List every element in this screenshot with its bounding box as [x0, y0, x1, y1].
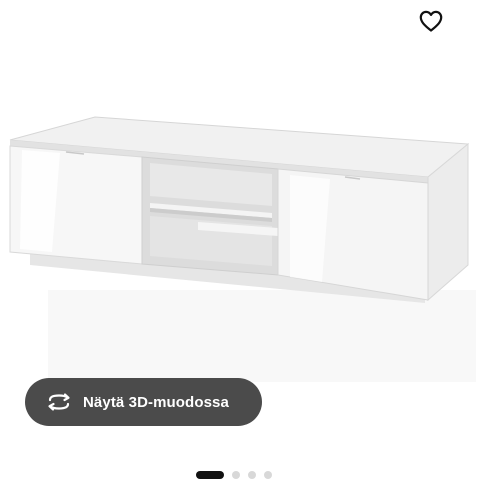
view-3d-button[interactable]: Näytä 3D-muodossa [25, 378, 262, 426]
favorite-button[interactable] [414, 4, 448, 38]
carousel-dot-4[interactable] [264, 471, 272, 479]
carousel-dot-1[interactable] [196, 471, 224, 479]
heart-outline-icon [419, 10, 443, 32]
carousel-dot-2[interactable] [232, 471, 240, 479]
carousel-dot-3[interactable] [248, 471, 256, 479]
carousel-indicators [196, 471, 280, 479]
view-3d-label: Näytä 3D-muodossa [83, 393, 229, 411]
rotate-icon [45, 391, 73, 413]
